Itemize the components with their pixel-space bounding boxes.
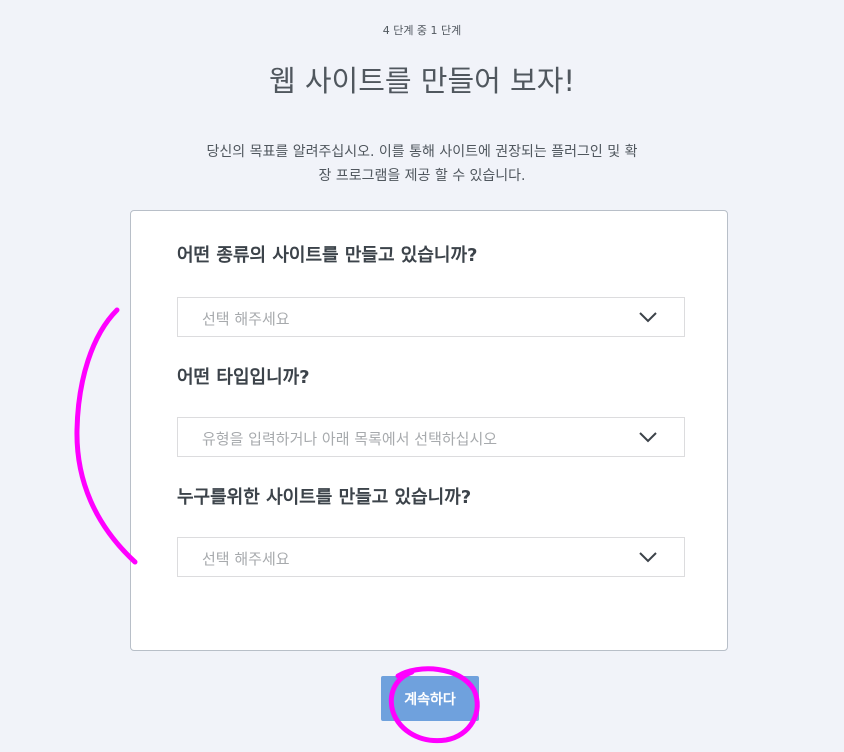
site-type-select[interactable]: 유형을 입력하거나 아래 목록에서 선택하십시오	[177, 417, 685, 457]
onboarding-form-card: 어떤 종류의 사이트를 만들고 있습니까? 선택 해주세요 어떤 타입입니까? …	[130, 210, 728, 651]
chevron-down-icon	[639, 432, 657, 443]
chevron-down-icon	[639, 552, 657, 563]
annotation-arc	[74, 307, 138, 565]
site-type-placeholder: 유형을 입력하거나 아래 목록에서 선택하십시오	[202, 430, 498, 448]
site-audience-placeholder: 선택 해주세요	[202, 550, 290, 568]
site-kind-placeholder: 선택 해주세요	[202, 310, 290, 328]
site-kind-question: 어떤 종류의 사이트를 만들고 있습니까?	[177, 245, 478, 266]
page-title: 웹 사이트를 만들어 보자!	[268, 64, 576, 98]
site-kind-select[interactable]: 선택 해주세요	[177, 297, 685, 337]
description-line-2: 장 프로그램을 제공 할 수 있습니다.	[318, 168, 526, 184]
site-audience-select[interactable]: 선택 해주세요	[177, 537, 685, 577]
chevron-down-icon	[639, 312, 657, 323]
continue-button[interactable]: 계속하다	[381, 676, 479, 721]
description-line-1: 당신의 목표를 알려주십시오. 이를 통해 사이트에 권장되는 플러그인 및 확	[206, 144, 638, 160]
site-type-question: 어떤 타입입니까?	[177, 367, 310, 388]
step-indicator: 4 단계 중 1 단계	[382, 24, 462, 37]
site-audience-question: 누구를위한 사이트를 만들고 있습니까?	[177, 487, 472, 508]
page-description: 당신의 목표를 알려주십시오. 이를 통해 사이트에 권장되는 플러그인 및 확…	[148, 140, 696, 188]
